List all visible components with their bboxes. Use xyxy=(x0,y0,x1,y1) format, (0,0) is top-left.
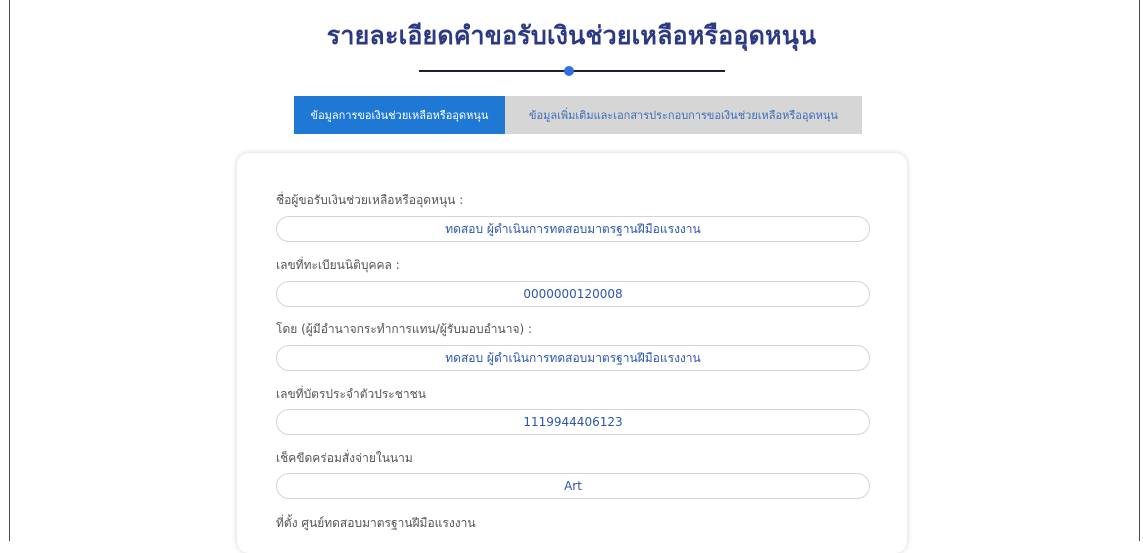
applicant-name-field[interactable]: ทดสอบ ผู้ดำเนินการทดสอบมาตรฐานฝีมือแรงงา… xyxy=(276,216,870,242)
authorized-person-field[interactable]: ทดสอบ ผู้ดำเนินการทดสอบมาตรฐานฝีมือแรงงา… xyxy=(276,345,870,371)
center-location-label: ที่ตั้ง ศูนย์ทดสอบมาตรฐานฝีมือแรงงาน xyxy=(276,516,476,530)
applicant-name-label: ชื่อผู้ขอรับเงินช่วยเหลือหรืออุดหนุน : xyxy=(276,193,464,207)
page-title: รายละเอียดคำขอรับเงินช่วยเหลือหรืออุดหนุ… xyxy=(326,21,817,50)
authorized-person-label: โดย (ผู้มีอำนาจกระทำการแทน/ผู้รับมอบอำนา… xyxy=(276,322,533,336)
tab-bar: ข้อมูลการขอเงินช่วยเหลือหรืออุดหนุน ข้อม… xyxy=(294,96,862,134)
registration-number-field[interactable]: 0000000120008 xyxy=(276,281,870,307)
cheque-payee-field[interactable]: Art xyxy=(276,473,870,499)
id-card-number-label: เลขที่บัตรประจำตัวประชาชน xyxy=(276,387,426,401)
cheque-payee-label: เช็คขีดคร่อมสั่งจ่ายในนาม xyxy=(276,451,413,465)
registration-number-label: เลขที่ทะเบียนนิติบุคคล : xyxy=(276,258,400,272)
title-divider-dot xyxy=(564,66,574,76)
id-card-number-field[interactable]: 1119944406123 xyxy=(276,409,870,435)
tab-request-info[interactable]: ข้อมูลการขอเงินช่วยเหลือหรืออุดหนุน xyxy=(294,96,505,134)
tab-additional-documents[interactable]: ข้อมูลเพิ่มเติมและเอกสารประกอบการขอเงินช… xyxy=(505,96,862,134)
